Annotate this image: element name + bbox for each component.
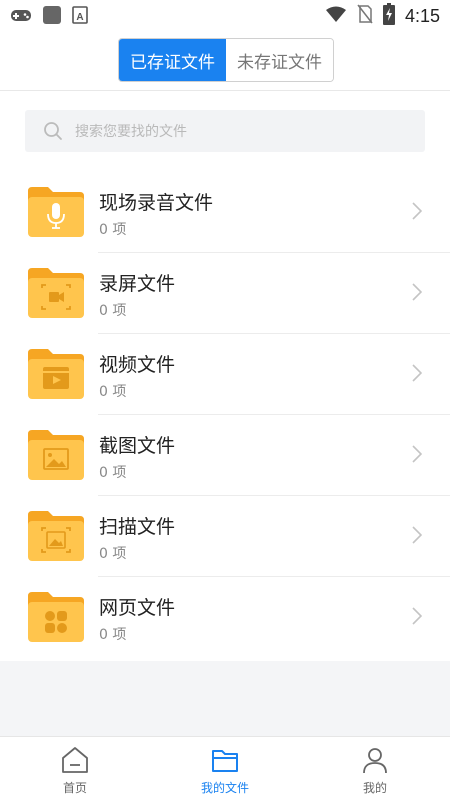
bottom-tab-bar: 首页 我的文件 我的 (0, 736, 450, 801)
list-item-webpage[interactable]: 网页文件 0 项 (0, 576, 450, 657)
no-sim-icon (357, 4, 373, 28)
category-title: 现场录音文件 (99, 192, 214, 214)
header: 已存证文件 未存证文件 (0, 32, 450, 91)
video-clapper-icon (28, 349, 84, 399)
app-square-icon (42, 5, 62, 29)
category-count: 0 项 (99, 303, 127, 319)
status-time: 4:15 (404, 5, 440, 26)
gamepad-icon (10, 7, 32, 27)
tab-profile[interactable]: 我的 (300, 737, 450, 801)
chevron-right-icon (412, 607, 422, 625)
search-placeholder: 搜索您要找的文件 (75, 124, 187, 140)
list-item-screenshot[interactable]: 截图文件 0 项 (0, 414, 450, 496)
category-count: 0 项 (99, 222, 127, 238)
category-list: 现场录音文件 0 项 录屏文件 0 项 视频文件 0 项 截图文件 0 项 扫描… (0, 171, 450, 657)
list-item-recording[interactable]: 现场录音文件 0 项 (0, 171, 450, 253)
screenshot-image-icon (28, 430, 84, 480)
tab-my-files[interactable]: 我的文件 (150, 737, 300, 801)
category-title: 视频文件 (99, 354, 176, 376)
wifi-icon (325, 5, 347, 27)
svg-text:A: A (76, 12, 83, 23)
list-item-scan[interactable]: 扫描文件 0 项 (0, 495, 450, 577)
chevron-right-icon (412, 445, 422, 463)
category-count: 0 项 (99, 465, 127, 481)
list-item-video[interactable]: 视频文件 0 项 (0, 333, 450, 415)
tab-certified-files[interactable]: 已存证文件 (119, 39, 226, 81)
tab-home[interactable]: 首页 (0, 737, 150, 801)
battery-charging-icon (382, 3, 395, 29)
category-title: 扫描文件 (99, 516, 176, 538)
tab-profile-label: 我的 (362, 781, 387, 795)
chevron-right-icon (412, 364, 422, 382)
screen-record-icon (28, 268, 84, 318)
person-icon (363, 748, 387, 774)
chevron-right-icon (412, 283, 422, 301)
chevron-right-icon (412, 202, 422, 220)
webpage-grid-icon (28, 592, 84, 642)
microphone-icon (28, 187, 84, 237)
chevron-right-icon (412, 526, 422, 544)
scan-image-icon (28, 511, 84, 561)
folder-icon (212, 750, 238, 772)
font-a-icon: A (72, 6, 88, 28)
category-title: 录屏文件 (99, 273, 176, 295)
search-input[interactable]: 搜索您要找的文件 (25, 110, 425, 152)
tab-uncertified-files[interactable]: 未存证文件 (226, 39, 333, 81)
category-count: 0 项 (99, 546, 127, 562)
category-title: 网页文件 (99, 597, 176, 619)
category-title: 截图文件 (99, 435, 176, 457)
category-count: 0 项 (99, 627, 127, 643)
evidence-segmented-control: 已存证文件 未存证文件 (118, 38, 334, 82)
status-bar: A 4:15 (0, 0, 450, 32)
home-icon (62, 747, 88, 773)
category-count: 0 项 (99, 384, 127, 400)
file-category-panel: 搜索您要找的文件 现场录音文件 0 项 录屏文件 0 项 视频文件 0 项 截图… (0, 91, 450, 661)
tab-home-label: 首页 (62, 781, 87, 795)
list-item-screen-recording[interactable]: 录屏文件 0 项 (0, 252, 450, 334)
tab-my-files-label: 我的文件 (200, 781, 249, 795)
search-icon (44, 122, 62, 140)
